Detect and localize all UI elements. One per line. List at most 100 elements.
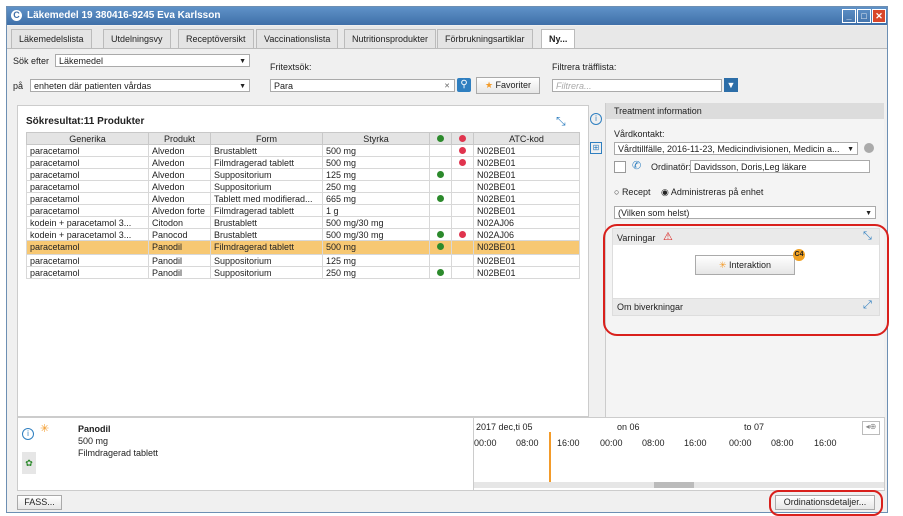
- col-red[interactable]: [451, 132, 474, 145]
- filter-icon[interactable]: ▼: [724, 78, 738, 92]
- red-dot-icon: [459, 146, 466, 154]
- cell-form: Brustablett: [210, 216, 323, 229]
- cell-form: Brustablett: [210, 144, 323, 157]
- search-icon[interactable]: ⚲: [457, 78, 471, 92]
- maximize-button[interactable]: □: [857, 9, 871, 23]
- col-atc[interactable]: ATC-kod: [473, 132, 580, 145]
- tab-nutritionsprodukter[interactable]: Nutritionsprodukter: [344, 29, 437, 48]
- grid-icon[interactable]: ⊞: [590, 142, 602, 154]
- scroll-thumb[interactable]: [654, 482, 694, 488]
- minimize-button[interactable]: _: [842, 9, 856, 23]
- cell-styrka: 500 mg/30 mg: [322, 228, 430, 241]
- recept-label: Recept: [621, 187, 651, 197]
- collapse-icon[interactable]: ⤡: [556, 114, 566, 129]
- green-dot-icon: [437, 194, 444, 202]
- pa-select[interactable]: enheten där patienten vårdas ▼: [30, 79, 250, 92]
- info-icon[interactable]: i: [590, 113, 602, 125]
- tab-vaccinationslista[interactable]: Vaccinationslista: [256, 29, 339, 48]
- cell-produkt: Alvedon: [148, 180, 211, 193]
- table-row[interactable]: paracetamol Alvedon forte Filmdragerad tab…: [26, 204, 580, 217]
- cell-atc: N02BE01: [473, 180, 580, 193]
- table-row[interactable]: paracetamol Panodil Filmdragerad tablett 50…: [26, 240, 580, 255]
- sok-efter-select[interactable]: Läkemedel ▼: [55, 54, 250, 67]
- cell-generika: paracetamol: [26, 204, 149, 217]
- ordinator-checkbox[interactable]: [614, 161, 626, 173]
- tab-lakemedelslista[interactable]: Läkemedelslista: [11, 29, 92, 48]
- cell-green: [429, 216, 452, 229]
- table-row[interactable]: paracetamol Alvedon Suppositorium 250 mg N02…: [26, 180, 580, 193]
- administreras-label: Administreras på enhet: [670, 187, 764, 197]
- cell-atc: N02BE01: [473, 204, 580, 217]
- chevron-down-icon: ▼: [239, 58, 246, 65]
- recept-radio[interactable]: ○ Recept: [614, 187, 650, 197]
- settings-icon[interactable]: [864, 143, 874, 153]
- tab-receptoversikt[interactable]: Receptöversikt: [178, 29, 254, 48]
- title-bar: C Läkemedel 19 380416-9245 Eva Karlsson …: [7, 7, 887, 25]
- vardkontakt-select[interactable]: Vårdtillfälle, 2016-11-23, Medicindivisi…: [614, 142, 858, 155]
- cell-red: [451, 144, 474, 157]
- favoriter-button[interactable]: ★ Favoriter: [476, 77, 540, 94]
- window-title: Läkemedel 19 380416-9245 Eva Karlsson: [27, 10, 221, 21]
- table-row[interactable]: paracetamol Alvedon Brustablett 500 mg N02BE…: [26, 144, 580, 157]
- table-row[interactable]: paracetamol Alvedon Tablett med modifierad…: [26, 192, 580, 205]
- time-3: 00:00: [600, 438, 623, 448]
- highlight-ring: [769, 490, 883, 516]
- table-row[interactable]: paracetamol Alvedon Suppositorium 125 mg N02…: [26, 168, 580, 181]
- cell-styrka: 125 mg: [322, 254, 430, 267]
- ordinator-select[interactable]: Davidsson, Doris,Leg läkare: [690, 160, 870, 173]
- table-row[interactable]: kodein + paracetamol 3... Panocod Brustabl…: [26, 228, 580, 241]
- timeline-scrollbar[interactable]: [474, 482, 884, 488]
- fass-button[interactable]: FASS...: [17, 495, 62, 510]
- table-row[interactable]: paracetamol Alvedon Filmdragerad tablett 50…: [26, 156, 580, 169]
- green-dot-icon: [437, 170, 444, 178]
- col-generika[interactable]: Generika: [26, 132, 149, 145]
- cell-form: Suppositorium: [210, 266, 323, 279]
- tab-utdelningsvy[interactable]: Utdelningsvy: [103, 29, 171, 48]
- cell-atc: N02BE01: [473, 144, 580, 157]
- leaf-icon[interactable]: ✿: [22, 452, 36, 474]
- results-table: Generika Produkt Form Styrka ATC-kod par…: [26, 132, 580, 279]
- tab-forbrukningsartiklar[interactable]: Förbrukningsartiklar: [437, 29, 533, 48]
- filter-input[interactable]: Filtrera...: [552, 79, 722, 92]
- highlight-ring: [603, 224, 889, 336]
- cell-atc: N02BE01: [473, 156, 580, 169]
- chevron-down-icon: ▼: [865, 210, 872, 217]
- treatment-header-label: Treatment information: [614, 106, 702, 116]
- timeline-date-3: to 07: [744, 422, 765, 432]
- fritext-input[interactable]: Para ✕: [270, 79, 455, 92]
- cell-green: [429, 156, 452, 169]
- cell-styrka: 500 mg: [322, 240, 430, 255]
- cell-green: [429, 168, 452, 181]
- table-row[interactable]: paracetamol Panodil Suppositorium 250 mg N02…: [26, 266, 580, 279]
- cell-red: [451, 266, 474, 279]
- results-panel: Sökresultat:11 Produkter ⤡ Generika Prod…: [17, 105, 589, 417]
- results-title: Sökresultat:11 Produkter: [26, 116, 145, 127]
- cell-red: [451, 168, 474, 181]
- time-5: 16:00: [684, 438, 707, 448]
- cell-styrka: 665 mg: [322, 192, 430, 205]
- zoom-icon[interactable]: ◂⊕: [862, 421, 880, 435]
- cell-generika: kodein + paracetamol 3...: [26, 216, 149, 229]
- cell-green: [429, 204, 452, 217]
- red-dot-icon: [459, 134, 466, 142]
- vilken-select[interactable]: (Vilken som helst) ▼: [614, 206, 876, 219]
- green-dot-icon: [437, 230, 444, 238]
- col-form[interactable]: Form: [210, 132, 323, 145]
- cell-produkt: Alvedon: [148, 144, 211, 157]
- cell-form: Filmdragerad tablett: [210, 204, 323, 217]
- info-icon[interactable]: i: [22, 428, 34, 440]
- cell-produkt: Panocod: [148, 228, 211, 241]
- cell-red: [451, 240, 474, 255]
- time-1: 08:00: [516, 438, 539, 448]
- col-produkt[interactable]: Produkt: [148, 132, 211, 145]
- col-green[interactable]: [429, 132, 452, 145]
- col-styrka[interactable]: Styrka: [322, 132, 430, 145]
- table-row[interactable]: kodein + paracetamol 3... Citodon Brustabl…: [26, 216, 580, 229]
- administreras-radio[interactable]: ◉ Administreras på enhet: [661, 187, 763, 198]
- tab-ny[interactable]: Ny...: [541, 29, 576, 48]
- close-button[interactable]: ✕: [872, 9, 886, 23]
- favoriter-label: Favoriter: [495, 80, 532, 90]
- table-row[interactable]: paracetamol Panodil Suppositorium 125 mg N02…: [26, 254, 580, 267]
- cell-form: Brustablett: [210, 228, 323, 241]
- clear-icon[interactable]: ✕: [444, 80, 450, 93]
